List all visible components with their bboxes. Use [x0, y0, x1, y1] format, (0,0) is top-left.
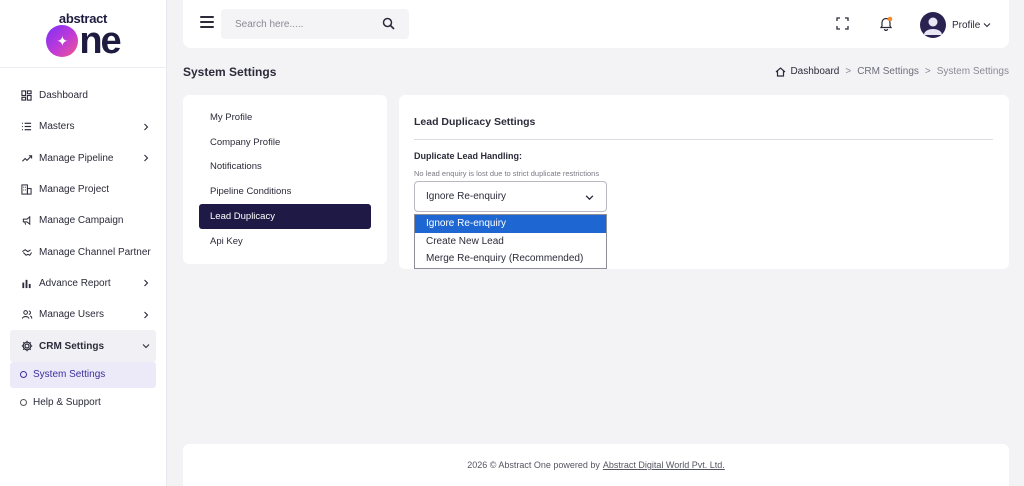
divider: [414, 139, 993, 140]
building-icon: [20, 183, 33, 196]
page-title: System Settings: [183, 65, 277, 79]
footer: 2026 © Abstract One powered by Abstract …: [183, 444, 1009, 486]
breadcrumb: Dashboard > CRM Settings > System Settin…: [775, 66, 1009, 77]
handshake-icon: [20, 246, 33, 259]
sidebar-item-label: Dashboard: [39, 90, 88, 102]
sidebar-item-masters[interactable]: Masters: [0, 111, 166, 142]
profile-menu[interactable]: Profile: [920, 12, 991, 38]
users-icon: [20, 308, 33, 321]
field-help-text: No lead enquiry is lost due to strict du…: [414, 169, 600, 178]
sidebar-item-manage-project[interactable]: Manage Project: [0, 174, 166, 205]
bell-icon[interactable]: [879, 16, 893, 31]
sidebar: abstract ✦ ne Dashboard Masters Manage P…: [0, 0, 167, 486]
sidebar-item-label: Manage Channel Partner: [39, 246, 151, 258]
sidebar-item-dashboard[interactable]: Dashboard: [0, 80, 166, 111]
select-option[interactable]: Ignore Re-enquiry: [415, 215, 606, 233]
search-input[interactable]: [221, 18, 371, 30]
footer-company-link[interactable]: Abstract Digital World Pvt. Ltd.: [603, 460, 725, 470]
select-value: Ignore Re-enquiry: [426, 191, 507, 202]
settings-tab-my-profile[interactable]: My Profile: [199, 105, 371, 130]
gear-icon: [20, 340, 33, 353]
panel-title: Lead Duplicacy Settings: [414, 116, 536, 128]
brand-logo[interactable]: abstract ✦ ne: [0, 0, 166, 68]
settings-tab-api-key[interactable]: Api Key: [199, 229, 371, 254]
sidebar-item-label: CRM Settings: [39, 340, 104, 352]
sidebar-item-manage-campaign[interactable]: Manage Campaign: [0, 205, 166, 236]
circle-bullet-icon: [20, 399, 27, 407]
breadcrumb-item[interactable]: CRM Settings: [857, 66, 919, 77]
settings-tab-pipeline-conditions[interactable]: Pipeline Conditions: [199, 179, 371, 204]
search-box: [221, 9, 409, 39]
settings-tab-notifications[interactable]: Notifications: [199, 155, 371, 180]
sidebar-item-label: Masters: [39, 121, 75, 133]
duplicate-handling-select[interactable]: Ignore Re-enquiry: [414, 181, 607, 212]
settings-tab-company-profile[interactable]: Company Profile: [199, 130, 371, 155]
circle-bullet-icon: [20, 371, 27, 379]
sidebar-item-help-support[interactable]: Help & Support: [0, 388, 166, 418]
sidebar-subitem-label: System Settings: [33, 369, 106, 381]
sidebar-item-label: Manage Project: [39, 184, 110, 196]
list-icon: [20, 120, 33, 133]
sidebar-item-label: Manage Pipeline: [39, 152, 114, 164]
logo-main-text: ne: [79, 20, 121, 62]
breadcrumb-home-link[interactable]: Dashboard: [775, 66, 839, 77]
search-icon[interactable]: [382, 17, 395, 30]
sidebar-item-manage-users[interactable]: Manage Users: [0, 299, 166, 330]
avatar: [920, 12, 946, 38]
sidebar-item-label: Manage Users: [39, 309, 105, 321]
menu-toggle-icon[interactable]: [200, 15, 214, 29]
chevron-right-icon: [144, 280, 149, 287]
chevron-down-icon: [983, 23, 991, 28]
chevron-right-icon: [144, 123, 149, 131]
sidebar-item-label: Manage Campaign: [39, 215, 124, 227]
logo-star-icon: ✦: [46, 25, 79, 57]
sidebar-subitem-system-settings[interactable]: System Settings: [10, 361, 156, 388]
sidebar-item-label: Advance Report: [39, 277, 111, 289]
fullscreen-icon[interactable]: [836, 17, 849, 30]
profile-label: Profile: [952, 19, 981, 31]
logo-main: ✦ ne: [46, 20, 122, 62]
settings-menu: My Profile Company Profile Notifications…: [183, 95, 387, 264]
select-option[interactable]: Create New Lead: [415, 233, 606, 251]
lead-duplicacy-panel: Lead Duplicacy Settings Duplicate Lead H…: [399, 95, 1009, 269]
sidebar-item-manage-channel-partner[interactable]: Manage Channel Partner: [0, 236, 166, 267]
megaphone-icon: [20, 214, 33, 227]
chevron-right-icon: [144, 311, 149, 319]
select-option[interactable]: Merge Re-enquiry (Recommended): [415, 250, 606, 268]
field-label: Duplicate Lead Handling:: [414, 151, 523, 161]
pipeline-icon: [20, 152, 33, 165]
sidebar-item-label: Help & Support: [33, 397, 101, 409]
topbar: Profile: [183, 0, 1009, 48]
sidebar-item-manage-pipeline[interactable]: Manage Pipeline: [0, 143, 166, 174]
settings-tab-lead-duplicacy[interactable]: Lead Duplicacy: [199, 204, 371, 229]
sidebar-item-advance-report[interactable]: Advance Report: [0, 268, 166, 299]
chevron-right-icon: [144, 154, 149, 162]
dashboard-icon: [20, 89, 33, 102]
sidebar-nav: Dashboard Masters Manage Pipeline Manage…: [0, 68, 166, 418]
chevron-down-icon: [585, 195, 594, 201]
home-icon: [776, 66, 786, 77]
breadcrumb-current: System Settings: [936, 66, 1009, 77]
select-options-list: Ignore Re-enquiry Create New Lead Merge …: [414, 214, 607, 269]
chevron-down-icon: [142, 344, 150, 349]
bar-chart-icon: [20, 277, 33, 290]
footer-text: 2026 © Abstract One powered by: [467, 460, 600, 470]
breadcrumb-item: Dashboard: [790, 66, 840, 77]
breadcrumb-separator: >: [845, 66, 852, 77]
sidebar-item-crm-settings[interactable]: CRM Settings: [10, 330, 156, 362]
breadcrumb-separator: >: [924, 66, 931, 77]
